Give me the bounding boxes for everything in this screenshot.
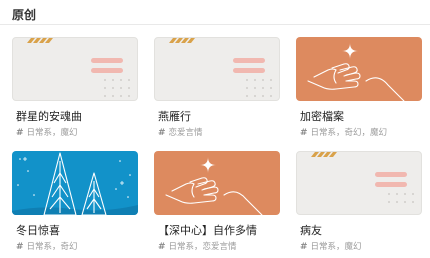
story-grid: 群星的安魂曲 # 日常系，魔幻 燕雁行 # 恋爱言情 加密檔案 # 日常系，奇幻…	[0, 0, 430, 258]
story-card[interactable]: 冬日惊喜 # 日常系，奇幻	[12, 151, 140, 258]
tag-text: 恋爱言情	[168, 128, 203, 138]
hashtag-icon: #	[300, 128, 308, 138]
tag-text: 日常系，魔幻	[26, 128, 78, 138]
placeholder-cover-art	[311, 152, 414, 203]
story-cover-placeholder	[296, 151, 422, 215]
hashtag-icon: #	[158, 128, 166, 138]
story-cover-hand	[154, 151, 280, 215]
story-title[interactable]: 群星的安魂曲	[16, 108, 82, 124]
story-tags: # 日常系，奇幻	[16, 240, 78, 252]
story-card[interactable]: 【深中心】自作多情 # 日常系，恋爱言情	[154, 151, 282, 258]
story-tags: # 恋爱言情	[158, 126, 203, 138]
story-card[interactable]: 加密檔案 # 日常系，奇幻，魔幻	[296, 37, 424, 152]
hashtag-icon: #	[16, 242, 24, 252]
story-card[interactable]: 群星的安魂曲 # 日常系，魔幻	[12, 37, 140, 152]
tag-text: 日常系，奇幻，魔幻	[310, 128, 388, 138]
story-title[interactable]: 冬日惊喜	[16, 222, 60, 238]
story-title[interactable]: 病友	[300, 222, 322, 238]
tag-text: 日常系，奇幻	[26, 242, 78, 252]
hand-star-icon	[165, 157, 263, 215]
winter-trees-icon	[12, 152, 138, 215]
story-title[interactable]: 【深中心】自作多情	[158, 222, 257, 238]
story-cover-placeholder	[154, 37, 280, 101]
story-tags: # 日常系，魔幻	[300, 240, 362, 252]
story-cover-hand	[296, 37, 422, 101]
hashtag-icon: #	[158, 242, 166, 252]
story-title[interactable]: 加密檔案	[300, 108, 344, 124]
placeholder-cover-art	[27, 38, 130, 97]
tag-text: 日常系，魔幻	[310, 242, 362, 252]
hand-star-icon	[307, 43, 405, 101]
story-tags: # 日常系，奇幻，魔幻	[300, 126, 387, 138]
hashtag-icon: #	[16, 128, 24, 138]
story-tags: # 日常系，恋爱言情	[158, 240, 237, 252]
tag-text: 日常系，恋爱言情	[168, 242, 237, 252]
story-cover-placeholder	[12, 37, 138, 101]
story-title[interactable]: 燕雁行	[158, 108, 191, 124]
story-card[interactable]: 病友 # 日常系，魔幻	[296, 151, 424, 258]
hashtag-icon: #	[300, 242, 308, 252]
story-cover-winter	[12, 151, 138, 215]
story-card[interactable]: 燕雁行 # 恋爱言情	[154, 37, 282, 152]
placeholder-cover-art	[169, 38, 272, 97]
story-tags: # 日常系，魔幻	[16, 126, 78, 138]
